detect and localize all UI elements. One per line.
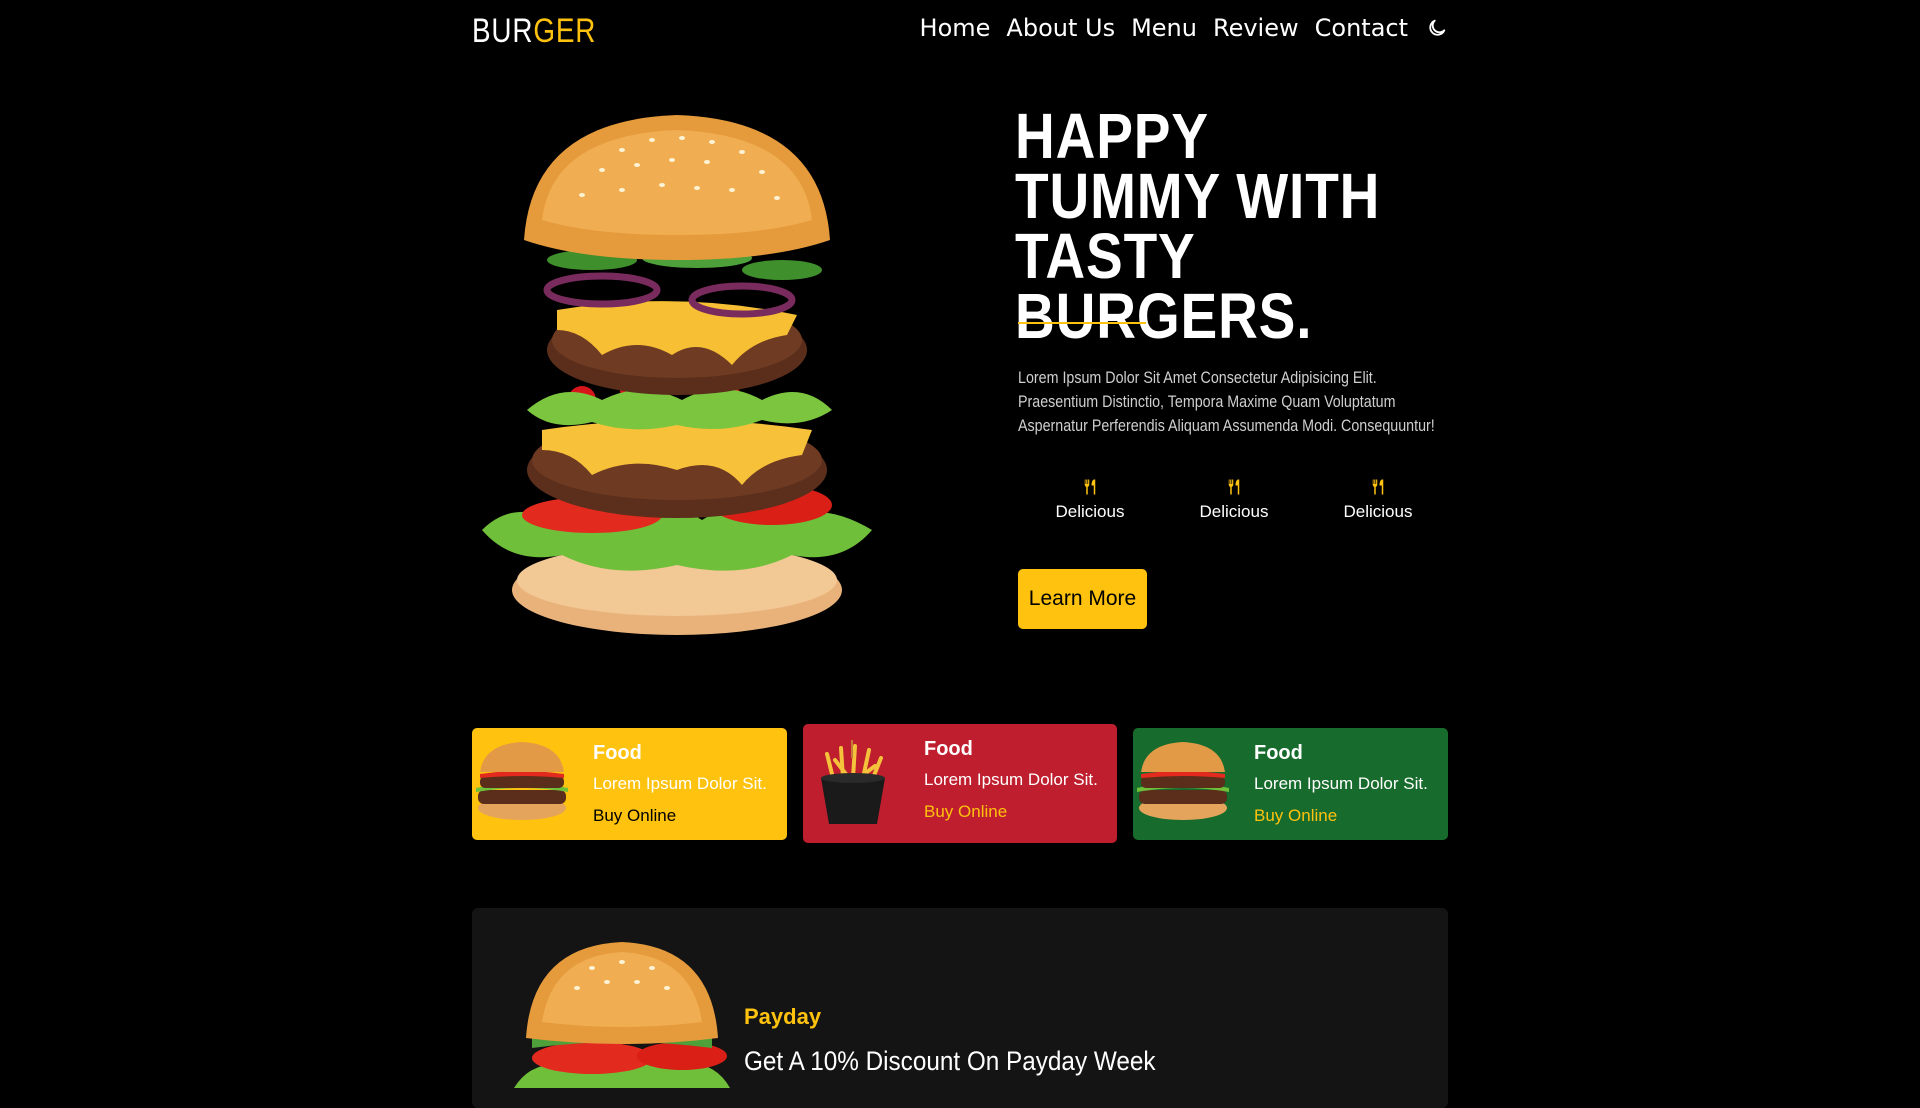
logo-part-1: BUR bbox=[472, 12, 534, 50]
feature-item: Delicious bbox=[1018, 478, 1162, 522]
burger-thumbnail bbox=[476, 742, 568, 820]
feature-list: Delicious Delicious Delicious bbox=[1018, 478, 1450, 522]
buy-online-link[interactable]: Buy Online bbox=[1254, 806, 1337, 826]
food-card: Food Lorem Ipsum Dolor Sit. Buy Online bbox=[472, 728, 787, 840]
promo-eyebrow: Payday bbox=[744, 1004, 822, 1029]
food-card: Food Lorem Ipsum Dolor Sit. Buy Online bbox=[803, 724, 1117, 843]
fries-thumbnail bbox=[821, 740, 885, 824]
hero-description: Lorem Ipsum Dolor Sit Amet Consectetur A… bbox=[1018, 368, 1435, 435]
feature-item: Delicious bbox=[1306, 478, 1450, 522]
feature-label: Delicious bbox=[1343, 502, 1413, 521]
card-title: Food bbox=[1254, 742, 1303, 764]
learn-more-button[interactable]: Learn More bbox=[1018, 569, 1147, 629]
feature-label: Delicious bbox=[1199, 502, 1269, 521]
feature-label: Delicious bbox=[1055, 502, 1125, 521]
main-nav: Home About Us Menu Review Contact bbox=[920, 14, 1448, 42]
card-subtitle: Lorem Ipsum Dolor Sit. bbox=[924, 770, 1098, 789]
buy-online-link[interactable]: Buy Online bbox=[924, 802, 1007, 822]
promo-burger-image bbox=[514, 942, 730, 1088]
nav-review[interactable]: Review bbox=[1213, 14, 1299, 42]
card-subtitle: Lorem Ipsum Dolor Sit. bbox=[1254, 774, 1428, 793]
logo[interactable]: BURGER bbox=[472, 12, 596, 51]
feature-item: Delicious bbox=[1162, 478, 1306, 522]
burger-thumbnail bbox=[1137, 742, 1229, 820]
promo-section: Payday Get A 10% Discount On Payday Week bbox=[472, 908, 1448, 1108]
moon-icon[interactable] bbox=[1426, 17, 1448, 39]
buy-online-link[interactable]: Buy Online bbox=[593, 806, 676, 826]
promo-title: Get A 10% Discount On Payday Week bbox=[744, 1046, 1156, 1076]
fork-knife-icon bbox=[1228, 479, 1240, 495]
nav-menu[interactable]: Menu bbox=[1131, 14, 1197, 42]
site-header: BURGER Home About Us Menu Review Contact bbox=[472, 0, 1448, 66]
nav-contact[interactable]: Contact bbox=[1315, 14, 1408, 42]
nav-home[interactable]: Home bbox=[920, 14, 991, 42]
card-subtitle: Lorem Ipsum Dolor Sit. bbox=[593, 774, 767, 793]
card-title: Food bbox=[924, 738, 973, 760]
fork-knife-icon bbox=[1372, 479, 1384, 495]
fork-knife-icon bbox=[1084, 479, 1096, 495]
logo-part-2: GER bbox=[533, 12, 597, 50]
hero-divider bbox=[1018, 322, 1146, 324]
food-card: Food Lorem Ipsum Dolor Sit. Buy Online bbox=[1133, 728, 1448, 840]
hero-burger-image bbox=[482, 115, 872, 635]
card-title: Food bbox=[593, 742, 642, 764]
hero-title: HAPPY TUMMY WITH TASTY BURGERS. bbox=[1015, 100, 1381, 352]
nav-about-us[interactable]: About Us bbox=[1006, 14, 1115, 42]
